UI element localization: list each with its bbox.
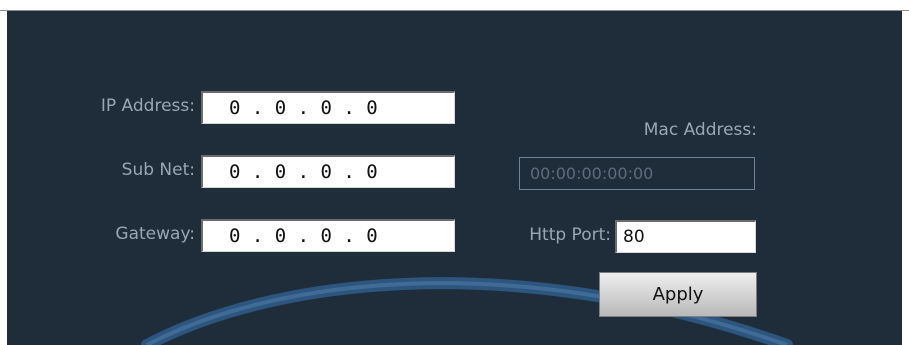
apply-button[interactable]: Apply	[599, 272, 757, 317]
gateway-input[interactable]: 0 . 0 . 0 . 0	[201, 219, 455, 252]
gateway-label: Gateway:	[115, 224, 195, 244]
subnet-label: Sub Net:	[121, 160, 195, 180]
subnet-input[interactable]: 0 . 0 . 0 . 0	[201, 155, 455, 188]
mac-address-field[interactable]: 00:00:00:00:00	[519, 157, 755, 190]
network-settings-panel: IP Address: 0 . 0 . 0 . 0 Sub Net: 0 . 0…	[7, 11, 902, 345]
mac-address-label: Mac Address:	[643, 120, 757, 140]
ip-address-input[interactable]: 0 . 0 . 0 . 0	[201, 91, 455, 124]
settings-window: IP Address: 0 . 0 . 0 . 0 Sub Net: 0 . 0…	[0, 0, 909, 345]
http-port-label: Http Port:	[529, 225, 611, 245]
http-port-input[interactable]: 80	[615, 220, 756, 253]
ip-address-label: IP Address:	[100, 96, 195, 116]
